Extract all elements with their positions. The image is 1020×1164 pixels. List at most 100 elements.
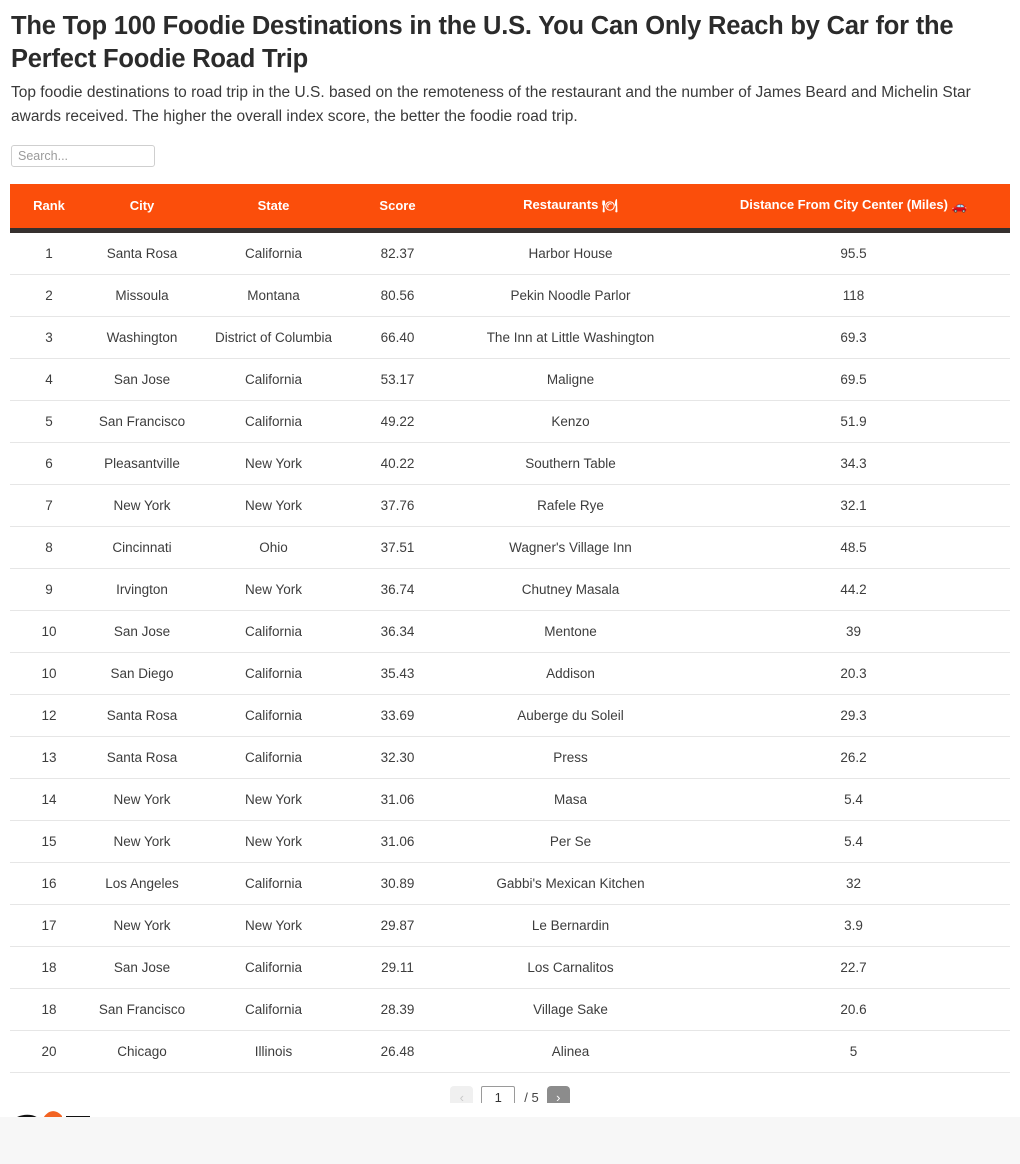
column-header-rank[interactable]: Rank bbox=[10, 184, 88, 234]
cell-restaurant: Per Se bbox=[444, 820, 697, 864]
table-header-row: Rank City State Score Restaurants 🍽 Dist… bbox=[10, 184, 1010, 234]
column-header-score[interactable]: Score bbox=[351, 184, 444, 234]
cell-score: 66.40 bbox=[351, 316, 444, 360]
cell-state: Ohio bbox=[196, 526, 351, 570]
cell-distance: 44.2 bbox=[697, 568, 1010, 612]
cell-score: 82.37 bbox=[351, 230, 444, 276]
cell-city: San Francisco bbox=[88, 988, 196, 1032]
cell-distance: 20.6 bbox=[697, 988, 1010, 1032]
cell-state: California bbox=[196, 946, 351, 990]
cell-state: California bbox=[196, 694, 351, 738]
cell-rank: 9 bbox=[10, 568, 88, 612]
cell-rank: 4 bbox=[10, 358, 88, 402]
cell-restaurant: Southern Table bbox=[444, 442, 697, 486]
cell-rank: 8 bbox=[10, 526, 88, 570]
cell-score: 40.22 bbox=[351, 442, 444, 486]
cell-distance: 26.2 bbox=[697, 736, 1010, 780]
cell-city: Santa Rosa bbox=[88, 230, 196, 276]
cell-score: 26.48 bbox=[351, 1030, 444, 1074]
table-row: 10 San Jose California 36.34 Mentone 39 bbox=[10, 610, 1010, 654]
table-row: 2 Missoula Montana 80.56 Pekin Noodle Parlor… bbox=[10, 274, 1010, 318]
cell-score: 80.56 bbox=[351, 274, 444, 318]
table-row: 8 Cincinnati Ohio 37.51 Wagner's Village Inn… bbox=[10, 526, 1010, 570]
table-row: 17 New York New York 29.87 Le Bernardin 3.9 bbox=[10, 904, 1010, 948]
cell-rank: 18 bbox=[10, 988, 88, 1032]
cell-score: 29.87 bbox=[351, 904, 444, 948]
cell-rank: 6 bbox=[10, 442, 88, 486]
cell-distance: 32 bbox=[697, 862, 1010, 906]
cell-rank: 14 bbox=[10, 778, 88, 822]
cell-state: California bbox=[196, 358, 351, 402]
table-row: 9 Irvington New York 36.74 Chutney Masala 44.… bbox=[10, 568, 1010, 612]
cell-state: District of Columbia bbox=[196, 316, 351, 360]
intro-block: The Top 100 Foodie Destinations in the U… bbox=[0, 0, 1020, 128]
cell-city: Irvington bbox=[88, 568, 196, 612]
cell-score: 29.11 bbox=[351, 946, 444, 990]
cell-rank: 10 bbox=[10, 652, 88, 696]
table-row: 20 Chicago Illinois 26.48 Alinea 5 bbox=[10, 1030, 1010, 1074]
cell-restaurant: Masa bbox=[444, 778, 697, 822]
column-header-state[interactable]: State bbox=[196, 184, 351, 234]
cell-rank: 10 bbox=[10, 610, 88, 654]
cell-distance: 29.3 bbox=[697, 694, 1010, 738]
cell-rank: 17 bbox=[10, 904, 88, 948]
cell-state: New York bbox=[196, 820, 351, 864]
cell-rank: 1 bbox=[10, 230, 88, 276]
cell-city: San Jose bbox=[88, 358, 196, 402]
cell-restaurant: Mentone bbox=[444, 610, 697, 654]
cell-restaurant: Chutney Masala bbox=[444, 568, 697, 612]
cell-city: New York bbox=[88, 484, 196, 528]
cell-rank: 13 bbox=[10, 736, 88, 780]
search-input[interactable] bbox=[11, 145, 155, 168]
cell-distance: 3.9 bbox=[697, 904, 1010, 948]
cell-score: 37.51 bbox=[351, 526, 444, 570]
cell-distance: 69.3 bbox=[697, 316, 1010, 360]
cell-state: New York bbox=[196, 568, 351, 612]
cell-score: 53.17 bbox=[351, 358, 444, 402]
cell-restaurant: Le Bernardin bbox=[444, 904, 697, 948]
cell-restaurant: Addison bbox=[444, 652, 697, 696]
table-header: Rank City State Score Restaurants 🍽 Dist… bbox=[10, 184, 1010, 234]
page-root: The Top 100 Foodie Destinations in the U… bbox=[0, 0, 1020, 1164]
column-header-city[interactable]: City bbox=[88, 184, 196, 234]
cell-distance: 22.7 bbox=[697, 946, 1010, 990]
table-row: 14 New York New York 31.06 Masa 5.4 bbox=[10, 778, 1010, 822]
cell-city: Cincinnati bbox=[88, 526, 196, 570]
table-row: 10 San Diego California 35.43 Addison 20.3 bbox=[10, 652, 1010, 696]
cell-restaurant: Village Sake bbox=[444, 988, 697, 1032]
data-table-container: Rank City State Score Restaurants 🍽 Dist… bbox=[10, 184, 1010, 1110]
cell-restaurant: Los Carnalitos bbox=[444, 946, 697, 990]
cell-state: California bbox=[196, 652, 351, 696]
cell-distance: 118 bbox=[697, 274, 1010, 318]
table-row: 6 Pleasantville New York 40.22 Southern Tabl… bbox=[10, 442, 1010, 486]
table-row: 5 San Francisco California 49.22 Kenzo 51.9 bbox=[10, 400, 1010, 444]
table-row: 13 Santa Rosa California 32.30 Press 26.2 bbox=[10, 736, 1010, 780]
cell-distance: 32.1 bbox=[697, 484, 1010, 528]
cell-distance: 34.3 bbox=[697, 442, 1010, 486]
table-row: 7 New York New York 37.76 Rafele Rye 32.1 bbox=[10, 484, 1010, 528]
cell-city: Washington bbox=[88, 316, 196, 360]
cell-rank: 7 bbox=[10, 484, 88, 528]
cell-restaurant: Alinea bbox=[444, 1030, 697, 1074]
plate-with-cutlery-icon: 🍽 bbox=[601, 198, 618, 214]
table-row: 1 Santa Rosa California 82.37 Harbor House 95… bbox=[10, 230, 1010, 276]
cell-distance: 20.3 bbox=[697, 652, 1010, 696]
cell-state: California bbox=[196, 862, 351, 906]
cell-state: California bbox=[196, 610, 351, 654]
cell-score: 35.43 bbox=[351, 652, 444, 696]
cell-distance: 95.5 bbox=[697, 230, 1010, 276]
table-row: 12 Santa Rosa California 33.69 Auberge du So… bbox=[10, 694, 1010, 738]
cell-score: 37.76 bbox=[351, 484, 444, 528]
cell-score: 36.34 bbox=[351, 610, 444, 654]
cell-rank: 3 bbox=[10, 316, 88, 360]
page-title: The Top 100 Foodie Destinations in the U… bbox=[11, 12, 954, 73]
column-header-restaurants[interactable]: Restaurants 🍽 bbox=[444, 184, 697, 234]
cell-state: California bbox=[196, 230, 351, 276]
cell-distance: 51.9 bbox=[697, 400, 1010, 444]
cell-score: 31.06 bbox=[351, 820, 444, 864]
column-header-distance[interactable]: Distance From City Center (Miles) 🚗 bbox=[697, 184, 1010, 234]
cell-city: Santa Rosa bbox=[88, 694, 196, 738]
cell-restaurant: Gabbi's Mexican Kitchen bbox=[444, 862, 697, 906]
cell-rank: 15 bbox=[10, 820, 88, 864]
cell-city: Missoula bbox=[88, 274, 196, 318]
